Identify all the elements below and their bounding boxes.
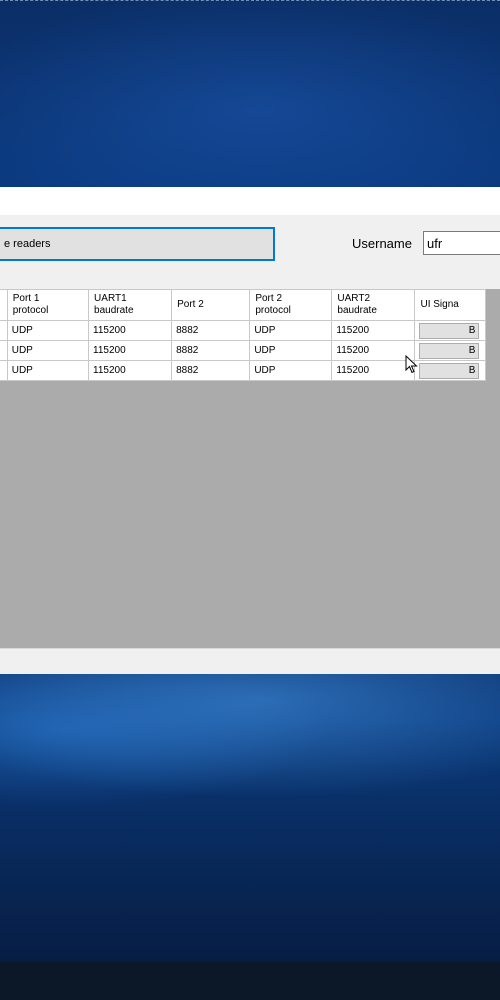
cell-uart1-baudrate[interactable]: 115200	[88, 360, 173, 381]
row-header[interactable]	[0, 340, 8, 361]
application-window: e readers Username Port 1protocol UART1b…	[0, 187, 500, 674]
column-header-ui-signal[interactable]: UI Signa	[414, 289, 486, 321]
column-header-port2-protocol[interactable]: Port 2 protocol	[249, 289, 333, 321]
cell-port1-protocol[interactable]: UDP	[6, 360, 90, 381]
window-title-bar	[0, 187, 500, 215]
mouse-cursor-icon	[405, 355, 418, 374]
username-input[interactable]	[423, 231, 500, 255]
readers-grid[interactable]: Port 1 protocol UART1 baudrate Port 2 Port…	[0, 289, 500, 648]
cell-port2-protocol[interactable]: UDP	[249, 360, 333, 381]
cell-port1-protocol[interactable]: UDP	[6, 340, 90, 361]
cell-uart2-baudrate[interactable]: 115200	[331, 340, 416, 361]
ui-signal-button[interactable]: B	[419, 362, 480, 379]
cell-ui-signal: B	[414, 360, 486, 381]
table-header-row: Port 1 protocol UART1 baudrate Port 2 Port…	[0, 289, 486, 321]
table-row[interactable]: UDP 115200 8882 UDP 115200 B	[0, 320, 486, 341]
ui-signal-button[interactable]: B	[419, 322, 480, 339]
toolbar: e readers Username	[0, 215, 500, 287]
cell-uart1-baudrate[interactable]: 115200	[88, 340, 173, 361]
selection-border	[0, 0, 500, 1]
column-header-port1-protocol[interactable]: Port 1 protocol	[6, 289, 90, 321]
column-header-port2[interactable]: Port 2	[171, 289, 251, 321]
column-header-uart1-baudrate[interactable]: UART1 baudrate	[88, 289, 173, 321]
cell-uart1-baudrate[interactable]: 115200	[88, 320, 173, 341]
taskbar	[0, 962, 500, 1000]
column-header-uart2-baudrate[interactable]: UART2 baudrate	[331, 289, 416, 321]
cell-port2[interactable]: 8882	[171, 320, 251, 341]
cell-ui-signal: B	[414, 320, 486, 341]
row-header[interactable]	[0, 320, 8, 341]
cell-port2[interactable]: 8882	[171, 340, 251, 361]
cell-port2-protocol[interactable]: UDP	[249, 340, 333, 361]
cell-uart2-baudrate[interactable]: 115200	[331, 360, 416, 381]
cell-ui-signal: B	[414, 340, 486, 361]
ui-signal-button[interactable]: B	[419, 342, 480, 359]
cell-port1-protocol[interactable]: UDP	[6, 320, 90, 341]
readers-button[interactable]: e readers	[0, 227, 275, 261]
cell-port2[interactable]: 8882	[171, 360, 251, 381]
row-header-corner	[0, 289, 8, 321]
row-header[interactable]	[0, 360, 8, 381]
cell-port2-protocol[interactable]: UDP	[249, 320, 333, 341]
status-bar	[0, 648, 500, 674]
cell-uart2-baudrate[interactable]: 115200	[331, 320, 416, 341]
username-label: Username	[352, 236, 412, 251]
